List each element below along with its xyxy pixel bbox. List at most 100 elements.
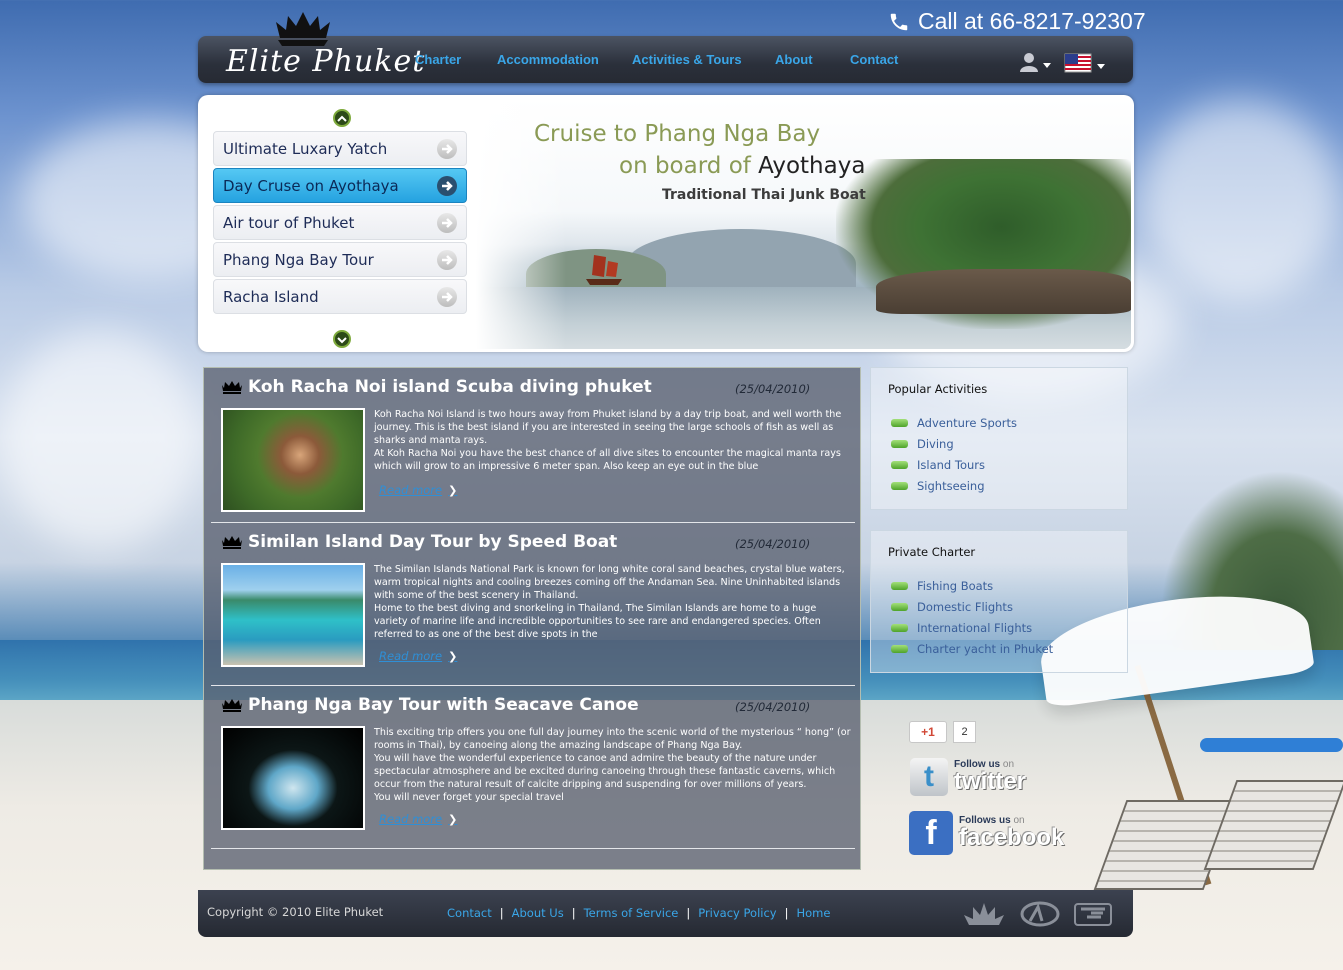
article-title[interactable]: Similan Island Day Tour by Speed Boat bbox=[248, 532, 617, 552]
popular-activity-item[interactable]: Adventure Sports bbox=[891, 412, 1017, 433]
nav-charter[interactable]: Charter bbox=[415, 52, 497, 67]
slider-item-label: Phang Nga Bay Tour bbox=[223, 250, 374, 269]
popular-activity-label: Sightseeing bbox=[917, 478, 985, 493]
green-bullet-icon bbox=[891, 418, 908, 427]
footer-links: Contact | About Us | Terms of Service | … bbox=[447, 906, 830, 920]
flag-icon bbox=[1064, 53, 1105, 73]
google-plus-one-button[interactable]: +1 bbox=[909, 721, 947, 743]
footer-link-contact[interactable]: Contact bbox=[447, 906, 492, 920]
article-item: Similan Island Day Tour by Speed Boat (2… bbox=[211, 523, 855, 686]
facebook-icon: f bbox=[909, 811, 953, 855]
popular-activity-item[interactable]: Diving bbox=[891, 433, 1017, 454]
green-bullet-icon bbox=[891, 439, 908, 448]
article-date: (25/04/2010) bbox=[735, 700, 811, 714]
article-date: (25/04/2010) bbox=[735, 382, 811, 396]
user-menu[interactable] bbox=[1018, 52, 1058, 74]
article-paragraph: Home to the best diving and snorkeling i… bbox=[374, 603, 821, 640]
article-paragraph: You will never forget your special trave… bbox=[374, 792, 564, 803]
read-more-label: Read more bbox=[379, 649, 443, 663]
popular-activity-item[interactable]: Island Tours bbox=[891, 454, 1017, 475]
slider-item[interactable]: Air tour of Phuket bbox=[213, 205, 467, 240]
nav-contact[interactable]: Contact bbox=[850, 52, 898, 67]
footer-bar: Copyright © 2010 Elite Phuket Contact | … bbox=[198, 890, 1133, 937]
nav-activities-tours[interactable]: Activities & Tours bbox=[632, 52, 775, 67]
banner-subheadline: on board of Ayothaya bbox=[619, 153, 865, 179]
facebook-text: Follows us on facebook bbox=[959, 816, 1064, 850]
google-plus-count: 2 bbox=[953, 721, 976, 743]
popular-activity-label: Diving bbox=[917, 436, 954, 451]
green-bullet-icon bbox=[891, 581, 908, 590]
private-charter-list: Fishing Boats Domestic Flights Internati… bbox=[891, 575, 1053, 659]
private-charter-box: Private Charter Fishing Boats Domestic F… bbox=[870, 530, 1128, 673]
footer-link-about-us[interactable]: About Us bbox=[512, 906, 564, 920]
chevron-right-icon: ❯ bbox=[448, 812, 458, 826]
chevron-up-icon bbox=[337, 115, 347, 122]
article-thumbnail[interactable] bbox=[221, 726, 365, 830]
article-paragraph: You will have the wonderful experience t… bbox=[374, 753, 836, 790]
article-title[interactable]: Phang Nga Bay Tour with Seacave Canoe bbox=[248, 695, 639, 715]
banner-headline: Cruise to Phang Nga Bay bbox=[534, 121, 821, 147]
call-number: Call at 66-8217-92307 bbox=[888, 8, 1146, 35]
read-more-label: Read more bbox=[379, 483, 443, 497]
article-item: Phang Nga Bay Tour with Seacave Canoe (2… bbox=[211, 686, 855, 849]
slider-item[interactable]: Phang Nga Bay Tour bbox=[213, 242, 467, 277]
slider-up-arrow[interactable] bbox=[333, 109, 351, 127]
article-paragraph: The Similan Islands National Park is kno… bbox=[374, 564, 845, 601]
follow-facebook-link[interactable]: f Follows us on facebook bbox=[909, 811, 1064, 855]
read-more-label: Read more bbox=[379, 812, 443, 826]
follow-twitter-link[interactable]: t Follow us on twitter bbox=[910, 758, 1026, 796]
footer-link-home[interactable]: Home bbox=[796, 906, 830, 920]
private-charter-item[interactable]: Domestic Flights bbox=[891, 596, 1053, 617]
popular-activity-item[interactable]: Sightseeing bbox=[891, 475, 1017, 496]
gplus-label: +1 bbox=[921, 725, 935, 739]
nav-accommodation[interactable]: Accommodation bbox=[497, 52, 632, 67]
private-charter-title: Private Charter bbox=[888, 545, 976, 559]
slider-item-label: Air tour of Phuket bbox=[223, 213, 355, 232]
lotus-crown-icon bbox=[276, 12, 330, 46]
private-charter-item[interactable]: Charter yacht in Phuket bbox=[891, 638, 1053, 659]
private-charter-item[interactable]: Fishing Boats bbox=[891, 575, 1053, 596]
private-charter-label: Charter yacht in Phuket bbox=[917, 641, 1054, 656]
featured-slider: Ultimate Luxary Yatch Day Cruse on Ayoth… bbox=[198, 95, 1134, 352]
footer-separator: | bbox=[571, 906, 576, 920]
private-charter-label: International Flights bbox=[917, 620, 1033, 635]
article-paragraph: This exciting trip offers you one full d… bbox=[374, 727, 851, 751]
chevron-right-icon: ❯ bbox=[448, 649, 458, 663]
article-date: (25/04/2010) bbox=[735, 537, 811, 551]
lotus-icon bbox=[964, 903, 1004, 925]
user-icon bbox=[1020, 53, 1051, 72]
site-logo[interactable]: Elite Phuket bbox=[200, 8, 424, 83]
footer-link-terms[interactable]: Terms of Service bbox=[584, 906, 679, 920]
twitter-text: Follow us on twitter bbox=[954, 760, 1026, 794]
arrow-right-icon bbox=[437, 138, 457, 159]
crown-icon bbox=[222, 699, 242, 712]
slider-banner-image[interactable]: Cruise to Phang Nga Bay on board of Ayot… bbox=[476, 99, 1131, 349]
slider-item-label: Ultimate Luxary Yatch bbox=[223, 139, 388, 158]
slider-item[interactable]: Ultimate Luxary Yatch bbox=[213, 131, 467, 166]
popular-activity-label: Island Tours bbox=[917, 457, 985, 472]
junk-boat-icon bbox=[586, 255, 622, 285]
nav-about[interactable]: About bbox=[775, 52, 850, 67]
read-more-link[interactable]: Read more ❯ bbox=[379, 812, 457, 826]
slider-item[interactable]: Racha Island bbox=[213, 279, 467, 314]
article-body: Koh Racha Noi Island is two hours away f… bbox=[374, 408, 852, 473]
slider-down-arrow[interactable] bbox=[333, 330, 351, 348]
green-bullet-icon bbox=[891, 623, 908, 632]
slider-item-active[interactable]: Day Cruse on Ayothaya bbox=[213, 168, 467, 203]
read-more-link[interactable]: Read more ❯ bbox=[379, 483, 457, 497]
twitter-icon: t bbox=[910, 758, 948, 796]
footer-link-privacy[interactable]: Privacy Policy bbox=[698, 906, 776, 920]
green-bullet-icon bbox=[891, 460, 908, 469]
banner-rock bbox=[876, 269, 1131, 314]
article-title[interactable]: Koh Racha Noi island Scuba diving phuket bbox=[248, 377, 652, 397]
article-thumbnail[interactable] bbox=[221, 563, 365, 667]
private-charter-item[interactable]: International Flights bbox=[891, 617, 1053, 638]
banner-subheadline-prefix: on board of bbox=[619, 153, 759, 179]
footer-separator: | bbox=[784, 906, 789, 920]
banner-tagline: Traditional Thai Junk Boat bbox=[662, 187, 866, 203]
article-thumbnail[interactable] bbox=[221, 408, 365, 512]
language-menu[interactable] bbox=[1064, 53, 1110, 75]
twitter-wordmark: twitter bbox=[954, 768, 1026, 795]
read-more-link[interactable]: Read more ❯ bbox=[379, 649, 457, 663]
partner-logo-icon bbox=[1020, 901, 1060, 927]
